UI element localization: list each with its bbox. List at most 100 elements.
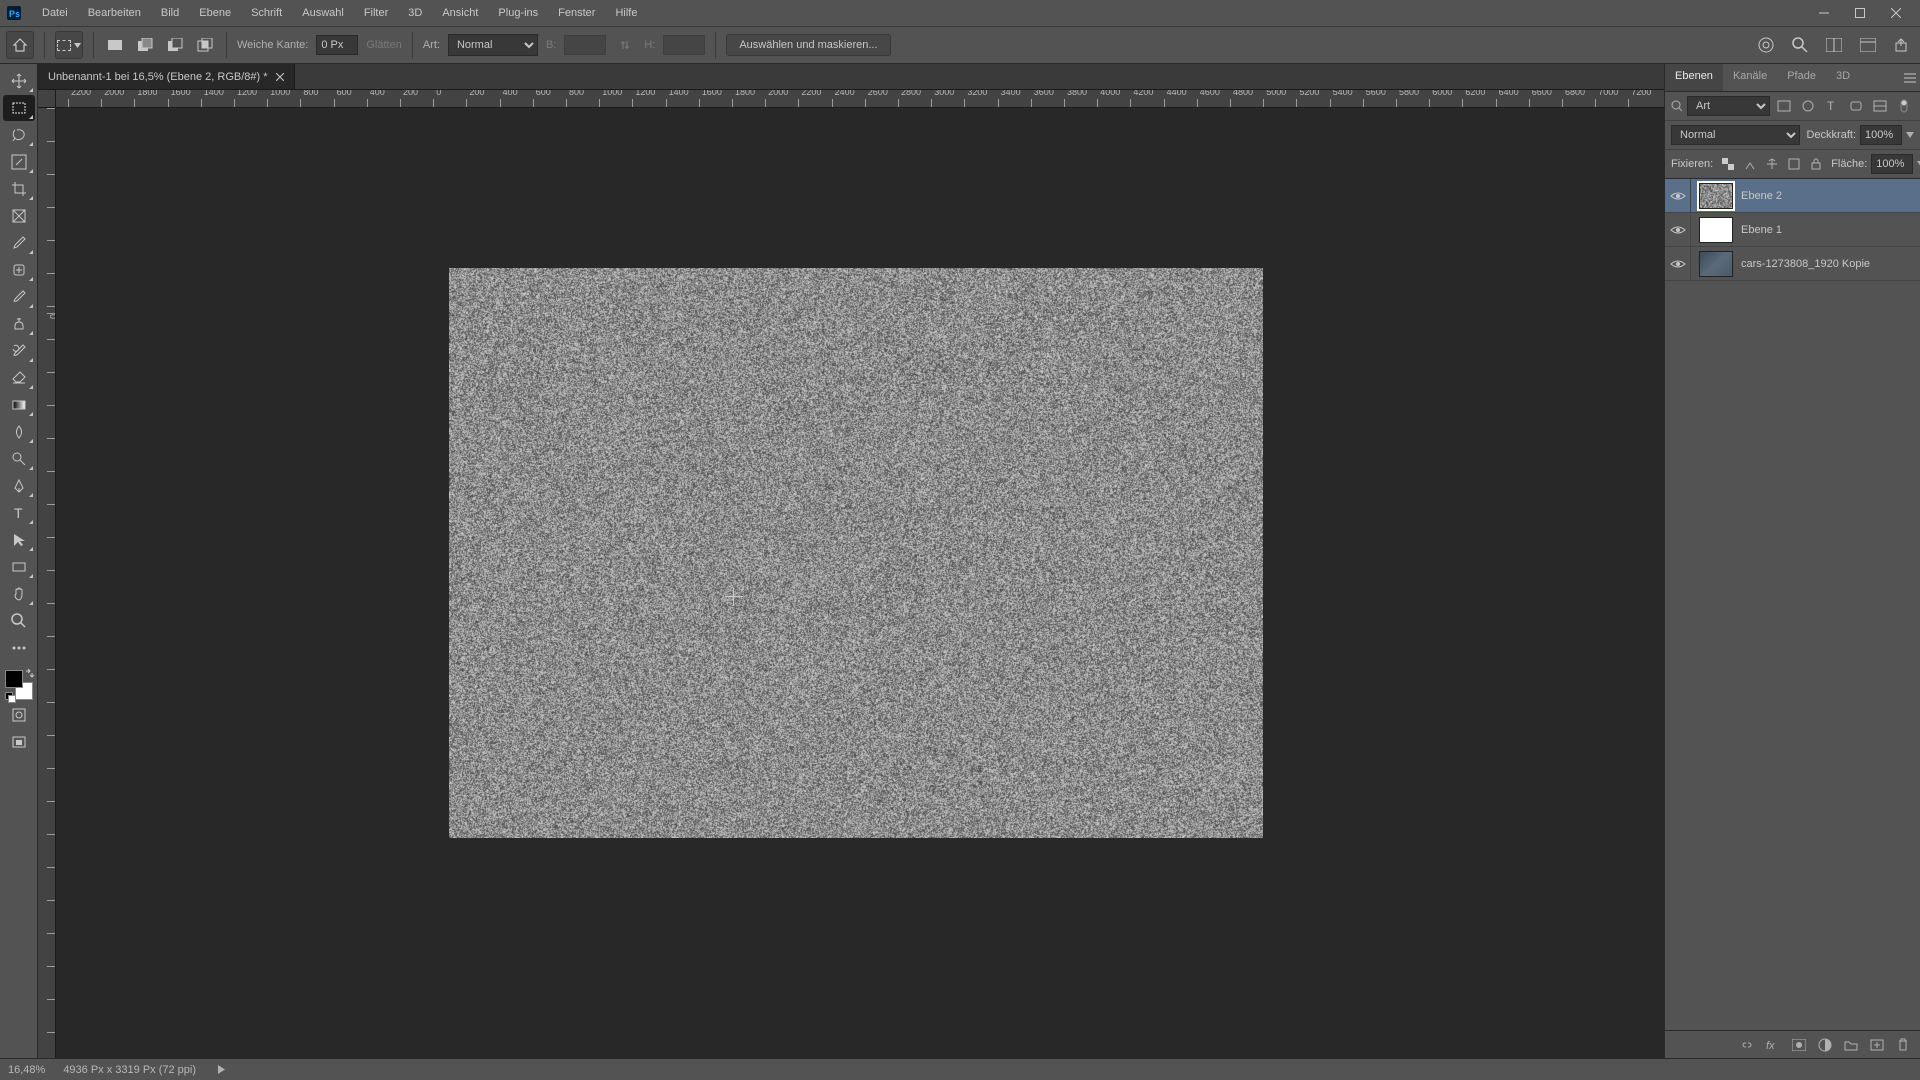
rectangular-marquee-tool[interactable] [3, 95, 35, 121]
layer-mask-icon[interactable] [1790, 1036, 1808, 1054]
hand-tool[interactable] [3, 581, 35, 607]
minimize-button[interactable] [1806, 1, 1842, 25]
layer-thumbnail[interactable] [1699, 217, 1733, 243]
layer-visibility-toggle[interactable] [1665, 247, 1691, 280]
brush-tool[interactable] [3, 284, 35, 310]
layer-row[interactable]: cars-1273808_1920 Kopie [1665, 247, 1920, 281]
filter-pixel-icon[interactable] [1774, 96, 1794, 116]
status-zoom[interactable]: 16,48% [8, 1064, 45, 1076]
tool-preset-picker[interactable] [55, 31, 83, 59]
blend-mode-dropdown[interactable]: Normal [1671, 125, 1800, 145]
layer-style-icon[interactable]: fx [1764, 1036, 1782, 1054]
lock-position-icon[interactable] [1763, 155, 1781, 173]
eyedropper-tool[interactable] [3, 230, 35, 256]
lock-artboard-icon[interactable] [1785, 155, 1803, 173]
menu-item-fenster[interactable]: Fenster [548, 3, 605, 23]
panel-tab-kanäle[interactable]: Kanäle [1723, 64, 1777, 91]
layer-row[interactable]: Ebene 2 [1665, 179, 1920, 213]
eraser-tool[interactable] [3, 365, 35, 391]
menu-item-plug-ins[interactable]: Plug-ins [488, 3, 548, 23]
panel-tab-pfade[interactable]: Pfade [1777, 64, 1826, 91]
arrange-documents-icon[interactable] [1822, 33, 1846, 57]
layer-row[interactable]: Ebene 1 [1665, 213, 1920, 247]
search-icon[interactable] [1788, 33, 1812, 57]
menu-item-datei[interactable]: Datei [32, 3, 78, 23]
quick-mask-toggle[interactable] [3, 702, 35, 728]
lock-transparency-icon[interactable] [1719, 155, 1737, 173]
panel-tab-3d[interactable]: 3D [1826, 64, 1860, 91]
selection-subtract-button[interactable] [164, 34, 186, 56]
document-tab[interactable]: Unbenannt-1 bei 16,5% (Ebene 2, RGB/8#) … [38, 64, 295, 89]
menu-item-schrift[interactable]: Schrift [241, 3, 292, 23]
lock-pixels-icon[interactable] [1741, 155, 1759, 173]
menu-item-ansicht[interactable]: Ansicht [432, 3, 488, 23]
layer-name[interactable]: Ebene 2 [1741, 190, 1912, 202]
filter-adjustment-icon[interactable] [1798, 96, 1818, 116]
adjustment-layer-icon[interactable] [1816, 1036, 1834, 1054]
path-selection-tool[interactable] [3, 527, 35, 553]
magic-wand-tool[interactable] [3, 149, 35, 175]
workspace-switcher-icon[interactable] [1856, 33, 1880, 57]
share-button-icon[interactable] [1890, 33, 1914, 57]
lasso-tool[interactable] [3, 122, 35, 148]
selection-add-button[interactable] [134, 34, 156, 56]
type-tool[interactable]: T [3, 500, 35, 526]
frame-tool[interactable] [3, 203, 35, 229]
canvas-holder[interactable] [56, 108, 1664, 1058]
menu-item-ebene[interactable]: Ebene [189, 3, 241, 23]
delete-layer-icon[interactable] [1894, 1036, 1912, 1054]
layer-thumbnail[interactable] [1699, 251, 1733, 277]
status-expand-icon[interactable] [218, 1065, 225, 1074]
panel-menu-icon[interactable] [1900, 64, 1920, 91]
maximize-button[interactable] [1842, 1, 1878, 25]
horizontal-ruler[interactable]: 2200200018001600140012001000800600400200… [56, 90, 1664, 108]
menu-item-hilfe[interactable]: Hilfe [605, 3, 647, 23]
dodge-tool[interactable] [3, 446, 35, 472]
select-and-mask-button[interactable]: Auswählen und maskieren... [726, 34, 890, 56]
menu-item-auswahl[interactable]: Auswahl [292, 3, 354, 23]
cloud-document-icon[interactable] [1754, 33, 1778, 57]
screen-mode-toggle[interactable] [3, 729, 35, 755]
clone-stamp-tool[interactable] [3, 311, 35, 337]
default-colors-icon[interactable] [5, 692, 15, 702]
crop-tool[interactable] [3, 176, 35, 202]
layer-filter-select[interactable]: Art [1687, 96, 1770, 116]
link-layers-icon[interactable] [1738, 1036, 1756, 1054]
zoom-tool[interactable] [3, 608, 35, 634]
edit-toolbar[interactable] [3, 635, 35, 661]
ruler-corner[interactable] [38, 90, 56, 108]
close-button[interactable] [1878, 1, 1914, 25]
layer-visibility-toggle[interactable] [1665, 179, 1691, 212]
foreground-color-swatch[interactable] [5, 670, 23, 688]
menu-item-bild[interactable]: Bild [151, 3, 189, 23]
filter-smart-icon[interactable] [1870, 96, 1890, 116]
opacity-input[interactable] [1860, 125, 1902, 145]
layer-name[interactable]: cars-1273808_1920 Kopie [1741, 258, 1912, 270]
pen-tool[interactable] [3, 473, 35, 499]
history-brush-tool[interactable] [3, 338, 35, 364]
panel-tab-ebenen[interactable]: Ebenen [1665, 64, 1723, 91]
new-layer-icon[interactable] [1868, 1036, 1886, 1054]
selection-intersect-button[interactable] [194, 34, 216, 56]
blur-tool[interactable] [3, 419, 35, 445]
chevron-down-icon[interactable] [1906, 132, 1914, 138]
layer-visibility-toggle[interactable] [1665, 213, 1691, 246]
layer-name[interactable]: Ebene 1 [1741, 224, 1912, 236]
menu-item-3d[interactable]: 3D [398, 3, 432, 23]
gradient-tool[interactable] [3, 392, 35, 418]
close-tab-icon[interactable] [276, 73, 284, 81]
layer-thumbnail[interactable] [1699, 183, 1733, 209]
fill-input[interactable] [1871, 154, 1913, 174]
lock-all-icon[interactable] [1807, 155, 1825, 173]
status-doc-info[interactable]: 4936 Px x 3319 Px (72 ppi) [63, 1064, 196, 1076]
healing-brush-tool[interactable] [3, 257, 35, 283]
canvas-viewport[interactable]: 2200200018001600140012001000800600400200… [38, 90, 1664, 1058]
selection-style-dropdown[interactable]: Normal [448, 34, 538, 56]
filter-type-icon[interactable]: T [1822, 96, 1842, 116]
filter-shape-icon[interactable] [1846, 96, 1866, 116]
swap-colors-icon[interactable] [25, 668, 35, 678]
menu-item-filter[interactable]: Filter [354, 3, 398, 23]
selection-new-button[interactable] [104, 34, 126, 56]
vertical-ruler[interactable]: 0 [38, 108, 56, 1058]
move-tool[interactable] [3, 68, 35, 94]
